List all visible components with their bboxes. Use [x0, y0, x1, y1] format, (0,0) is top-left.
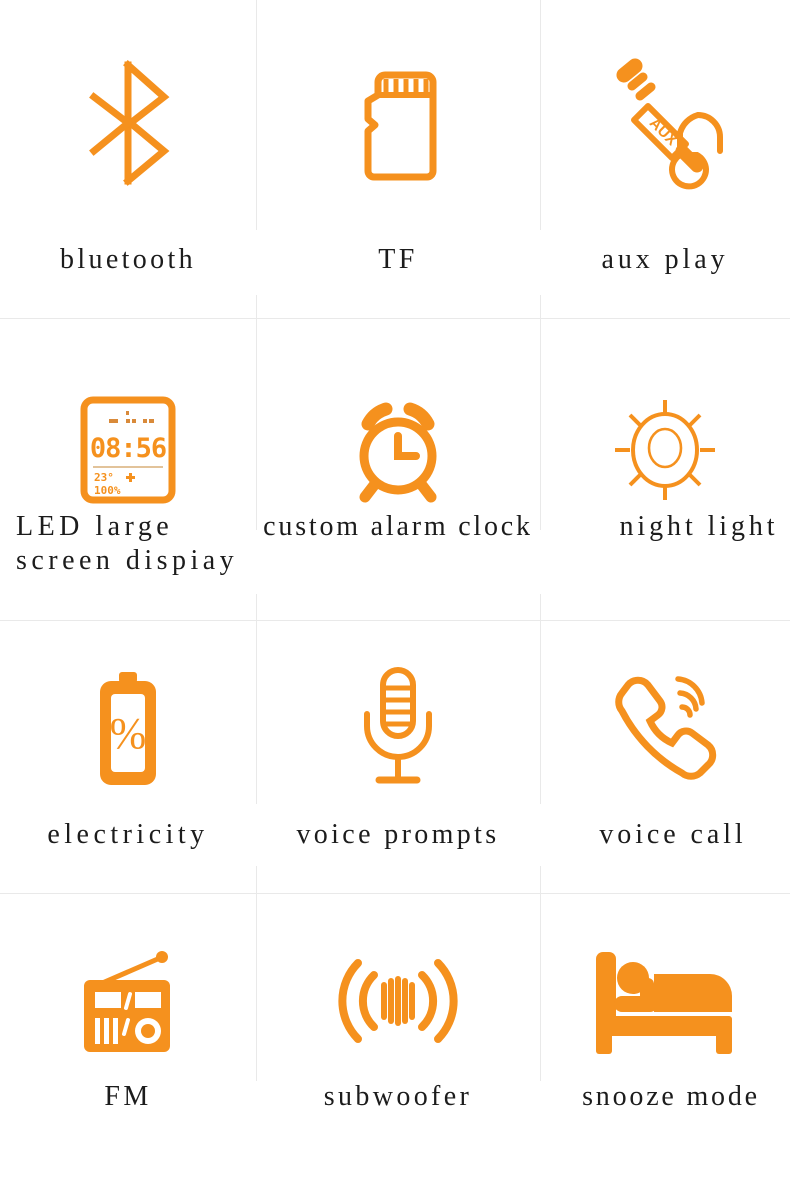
- feature-cell-aux-play[interactable]: AUX aux play: [540, 0, 790, 318]
- feature-cell-led-display[interactable]: 08:56 23° 100% LED large screen dispiay: [0, 318, 256, 618]
- night-light-icon: [540, 390, 790, 510]
- feature-label: aux play: [601, 244, 729, 275]
- feature-cell-night-light[interactable]: night light: [540, 318, 790, 618]
- feature-label: voice call: [599, 819, 747, 850]
- phone-call-icon: [540, 664, 790, 794]
- feature-label: LED large screen dispiay: [16, 511, 239, 577]
- radio-icon: [0, 938, 256, 1063]
- feature-label: snooze mode: [582, 1081, 760, 1112]
- feature-cell-tf[interactable]: TF: [256, 0, 540, 318]
- battery-icon: %: [0, 664, 256, 794]
- feature-label: bluetooth: [59, 244, 196, 275]
- feature-label: subwoofer: [323, 1081, 473, 1112]
- feature-cell-alarm-clock[interactable]: custom alarm clock: [256, 318, 540, 618]
- feature-icon-grid: bluetooth TF AUX aux play 08:56 23° 100%…: [0, 0, 790, 1185]
- feature-cell-fm[interactable]: FM: [0, 890, 256, 1185]
- led-screen-icon: 08:56 23° 100%: [0, 390, 256, 510]
- feature-label: night light: [619, 511, 779, 542]
- feature-cell-snooze-mode[interactable]: snooze mode: [540, 890, 790, 1185]
- feature-cell-subwoofer[interactable]: subwoofer: [256, 890, 540, 1185]
- led-time: 08:56: [90, 433, 166, 464]
- svg-text:23°: 23°: [94, 471, 114, 484]
- feature-label: electricity: [47, 819, 209, 850]
- feature-cell-bluetooth[interactable]: bluetooth: [0, 0, 256, 318]
- feature-label: custom alarm clock: [263, 511, 533, 542]
- svg-text:%: %: [110, 709, 147, 758]
- alarm-clock-icon: [256, 390, 540, 510]
- feature-cell-electricity[interactable]: % electricity: [0, 618, 256, 890]
- svg-text:100%: 100%: [94, 484, 121, 497]
- microphone-icon: [256, 664, 540, 794]
- feature-label: TF: [378, 244, 418, 275]
- feature-label: voice prompts: [296, 819, 500, 850]
- subwoofer-icon: [256, 938, 540, 1063]
- aux-plug-icon: AUX: [540, 58, 790, 190]
- tf-card-icon: [256, 58, 540, 188]
- feature-cell-voice-call[interactable]: voice call: [540, 618, 790, 890]
- bluetooth-icon: [0, 58, 256, 188]
- feature-label: FM: [104, 1081, 152, 1112]
- bed-icon: [540, 938, 790, 1063]
- feature-cell-voice-prompts[interactable]: voice prompts: [256, 618, 540, 890]
